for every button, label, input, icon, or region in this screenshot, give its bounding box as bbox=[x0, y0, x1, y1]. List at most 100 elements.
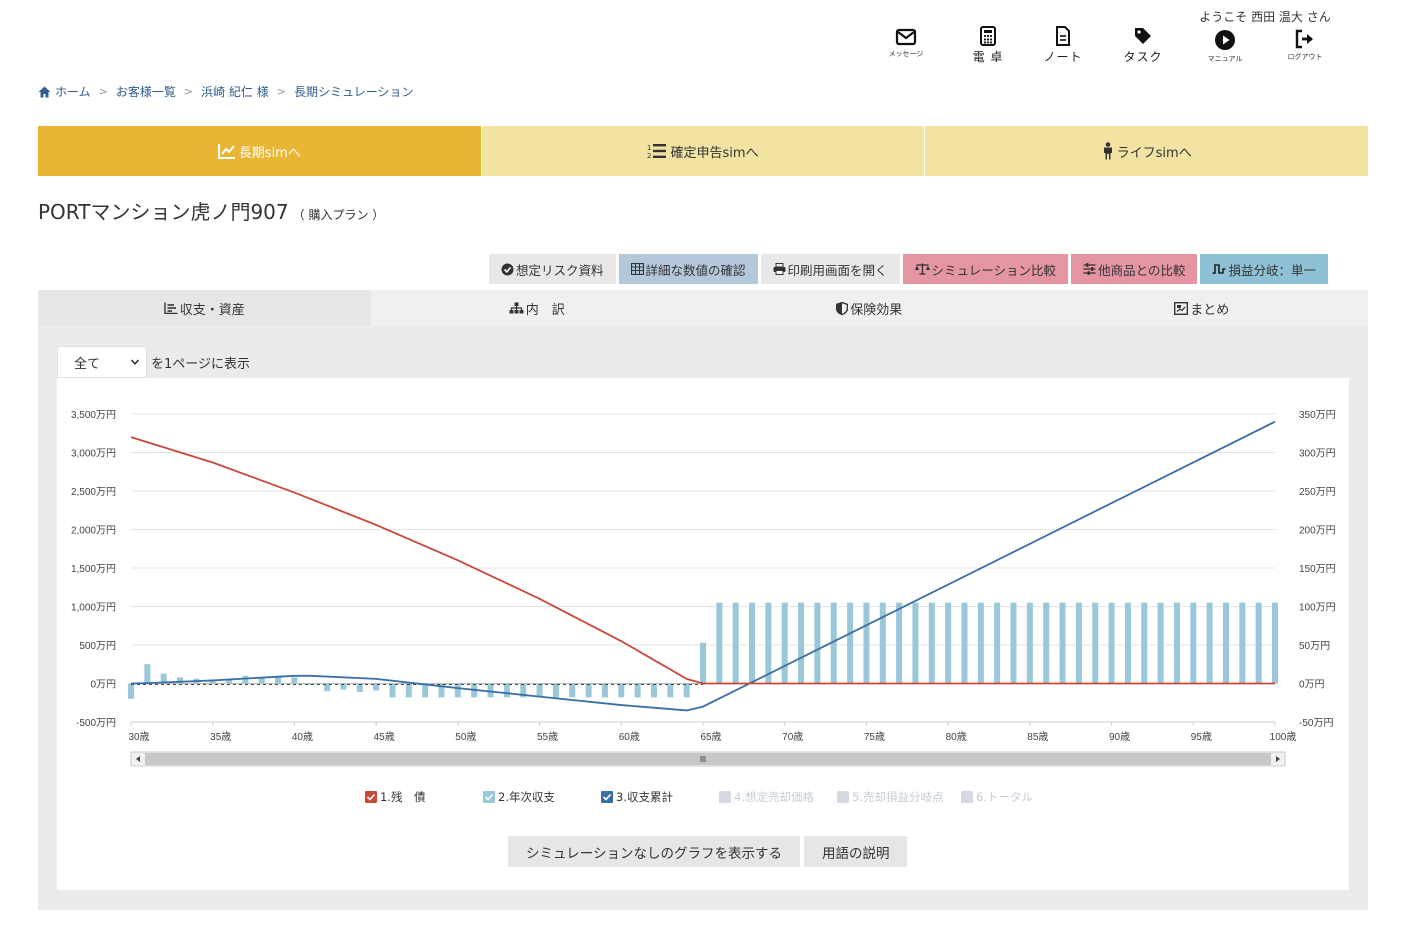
checkbox-icon bbox=[365, 791, 377, 803]
x-tick-label: 35歳 bbox=[210, 731, 231, 743]
show-no-sim-graph-button[interactable]: シミュレーションなしのグラフを表示する bbox=[508, 836, 800, 867]
legend-item-cumulative[interactable]: 3.収支累計 bbox=[601, 789, 673, 805]
annual-balance-bar bbox=[994, 602, 1001, 684]
annual-balance-bar bbox=[454, 683, 461, 698]
logout-icon bbox=[1295, 29, 1313, 49]
summary-icon bbox=[1174, 301, 1189, 315]
annual-balance-bar bbox=[601, 683, 608, 698]
balance-scale-icon bbox=[914, 263, 930, 275]
y-right-tick-label: -50万円 bbox=[1299, 718, 1333, 729]
tab-tax-sim-label: 確定申告simへ bbox=[670, 145, 759, 161]
envelope-icon bbox=[895, 28, 917, 46]
tab-income-assets-label: 収支・資産 bbox=[179, 302, 245, 318]
tab-insurance-label: 保険効果 bbox=[850, 302, 903, 318]
task-button[interactable]: タスク bbox=[1103, 26, 1183, 65]
annual-balance-bar bbox=[1272, 602, 1278, 684]
annual-balance-bar bbox=[536, 683, 543, 698]
annual-balance-bar bbox=[144, 664, 151, 684]
x-tick-label: 55歳 bbox=[537, 731, 558, 743]
page-size-select[interactable]: 全て bbox=[57, 346, 147, 378]
sitemap-icon bbox=[509, 302, 524, 314]
annual-balance-bar bbox=[1206, 602, 1213, 684]
tab-life-sim[interactable]: ライフsimへ bbox=[925, 126, 1369, 176]
calculator-button[interactable]: 電 卓 bbox=[948, 26, 1028, 65]
income-assets-chart: 3,500万円 3,000万円 2,500万円 2,000万円 1,500万円 1,000… bbox=[71, 410, 1336, 767]
x-tick-label: 45歳 bbox=[374, 731, 395, 743]
annual-balance-bar bbox=[1190, 602, 1197, 684]
product-compare-label: 他商品との比較 bbox=[1098, 262, 1186, 278]
annual-balance-bar bbox=[912, 602, 919, 684]
tab-income-assets[interactable]: 収支・資産 bbox=[38, 290, 371, 326]
person-icon bbox=[1103, 142, 1112, 160]
manual-button[interactable]: マニュアル bbox=[1185, 29, 1265, 64]
x-tick-label: 60歳 bbox=[619, 731, 640, 743]
note-button[interactable]: ノート bbox=[1023, 26, 1103, 65]
breadcrumb-long-sim[interactable]: 長期シミュレーション bbox=[294, 83, 414, 100]
product-compare-button[interactable]: 他商品との比較 bbox=[1071, 254, 1198, 284]
annual-balance-bar bbox=[128, 683, 134, 699]
risk-document-button[interactable]: 想定リスク資料 bbox=[489, 254, 616, 284]
legend-item-annual[interactable]: 2.年次収支 bbox=[483, 789, 555, 805]
annual-balance-bar bbox=[1157, 602, 1164, 684]
logout-label: ログアウト bbox=[1287, 53, 1323, 61]
tab-summary-label: まとめ bbox=[1190, 302, 1230, 318]
breakeven-single-button[interactable]: 損益分岐：単一 bbox=[1200, 254, 1328, 284]
glossary-button[interactable]: 用語の説明 bbox=[803, 836, 908, 867]
tab-tax-sim[interactable]: 12 確定申告simへ bbox=[481, 126, 926, 176]
detail-values-button[interactable]: 詳細な数値の確認 bbox=[618, 254, 758, 284]
legend-item-total[interactable]: 6.トータル bbox=[961, 789, 1033, 805]
legend-label: 4.想定売却価格 bbox=[734, 790, 814, 804]
y-right-tick-label: 250万円 bbox=[1299, 487, 1336, 498]
logout-button[interactable]: ログアウト bbox=[1265, 29, 1345, 62]
legend-label: 1.残 債 bbox=[380, 790, 426, 804]
print-view-button[interactable]: 印刷用画面を開く bbox=[760, 254, 900, 284]
annual-balance-bar bbox=[634, 683, 641, 698]
legend-item-debt[interactable]: 1.残 債 bbox=[365, 789, 425, 805]
checkbox-icon bbox=[719, 791, 731, 803]
simulation-compare-button[interactable]: シミュレーション比較 bbox=[902, 254, 1069, 284]
tab-insurance[interactable]: 保険効果 bbox=[703, 290, 1036, 326]
annual-balance-bar bbox=[945, 602, 952, 684]
breadcrumb-customer-list[interactable]: お客様一覧 bbox=[116, 83, 176, 100]
annual-balance-bar bbox=[781, 602, 788, 684]
annual-balance-bar bbox=[732, 602, 739, 684]
shield-icon bbox=[836, 301, 849, 315]
y-right-tick-label: 150万円 bbox=[1299, 564, 1336, 575]
calculator-label: 電 卓 bbox=[972, 50, 1004, 64]
legend-item-sale-price[interactable]: 4.想定売却価格 bbox=[719, 789, 814, 805]
plan-type: （ 購入プラン ） bbox=[292, 208, 385, 222]
property-name: PORTマンション虎ノ門907 bbox=[38, 200, 289, 224]
annual-balance-bar bbox=[1010, 602, 1017, 684]
annual-balance-bar bbox=[503, 683, 510, 698]
x-tick-label: 70歳 bbox=[782, 731, 803, 743]
checkbox-icon bbox=[837, 791, 849, 803]
annual-balance-bar bbox=[667, 683, 674, 698]
breadcrumb-home[interactable]: ホーム bbox=[55, 83, 91, 100]
messages-label: メッセージ bbox=[888, 50, 924, 58]
legend-item-breakeven[interactable]: 5.売却損益分岐点 bbox=[837, 789, 943, 805]
checkbox-icon bbox=[961, 791, 973, 803]
print-view-label: 印刷用画面を開く bbox=[787, 262, 888, 278]
annual-balance-bar bbox=[928, 602, 935, 684]
tab-breakdown[interactable]: 内 訳 bbox=[371, 290, 704, 326]
tab-life-sim-label: ライフsimへ bbox=[1116, 145, 1192, 161]
tab-summary[interactable]: まとめ bbox=[1036, 290, 1369, 326]
chart-scrollbar-thumb bbox=[145, 753, 1271, 765]
annual-balance-bar bbox=[1059, 602, 1066, 684]
annual-balance-bar bbox=[1026, 602, 1033, 684]
annual-balance-bar bbox=[847, 602, 854, 684]
breadcrumb-customer[interactable]: 浜崎 紀仁 様 bbox=[201, 83, 269, 100]
messages-button[interactable]: メッセージ bbox=[866, 28, 946, 59]
checkbox-icon bbox=[483, 791, 495, 803]
y-left-tick-label: 3,500万円 bbox=[71, 410, 116, 421]
svg-text:1: 1 bbox=[647, 144, 651, 152]
annual-balance-bar bbox=[977, 602, 984, 684]
x-tick-label: 40歳 bbox=[292, 731, 313, 743]
table-icon bbox=[630, 263, 644, 275]
tab-long-sim[interactable]: 長期simへ bbox=[38, 126, 482, 176]
legend-label: 6.トータル bbox=[976, 790, 1033, 804]
annual-balance-bar bbox=[650, 683, 657, 698]
note-icon bbox=[1056, 26, 1070, 46]
annual-balance-bar bbox=[291, 677, 298, 684]
breadcrumb-separator: > bbox=[276, 85, 286, 98]
